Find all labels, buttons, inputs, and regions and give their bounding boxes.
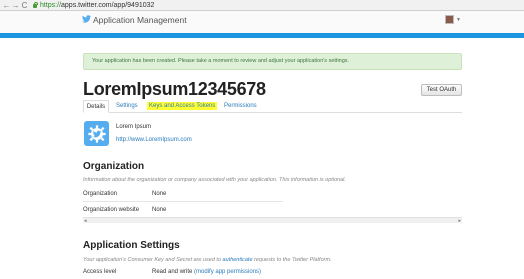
app-management-title[interactable]: Application Management — [93, 15, 187, 25]
authenticate-link[interactable]: authenticate — [223, 257, 253, 263]
tab-details[interactable]: Details — [83, 100, 109, 113]
header-accent-strip — [0, 33, 524, 38]
access-level-label: Access level — [83, 269, 117, 275]
scroll-right-arrow-icon[interactable]: ▸ — [458, 218, 461, 224]
page-title: LoremIpsum12345678 — [83, 79, 266, 99]
test-oauth-button[interactable]: Test OAuth — [421, 84, 462, 96]
access-level-value-row: Read and write (modify app permissions) — [152, 269, 261, 275]
chevron-down-icon[interactable]: ▼ — [456, 17, 461, 23]
tab-settings[interactable]: Settings — [116, 100, 138, 113]
reload-icon[interactable]: C — [20, 1, 29, 10]
info-text-before: Your application's Consumer Key and Secr… — [83, 257, 223, 263]
organization-heading: Organization — [83, 161, 145, 172]
modify-permissions-link[interactable]: (modify app permissions) — [194, 269, 261, 275]
scroll-left-arrow-icon[interactable]: ◂ — [84, 218, 87, 224]
organization-info: Information about the organization or co… — [83, 177, 346, 183]
access-level-value: Read and write — [152, 269, 193, 275]
horizontal-scrollbar[interactable]: ◂ ▸ — [83, 217, 462, 224]
app-website-link[interactable]: http://www.LoremIpsum.com — [116, 137, 192, 143]
app-description: Lorem Ipsum — [116, 124, 152, 130]
twitter-bird-icon[interactable] — [82, 15, 91, 23]
address-bar[interactable]: https:// apps.twitter.com/app/9491032 — [32, 1, 154, 10]
browser-toolbar: ← → C https:// apps.twitter.com/app/9491… — [0, 0, 524, 11]
app-icon — [84, 121, 109, 146]
organization-website-label: Organization website — [83, 207, 140, 213]
application-settings-info: Your application's Consumer Key and Secr… — [83, 257, 332, 263]
row-divider — [83, 201, 283, 202]
avatar[interactable] — [445, 15, 454, 24]
application-settings-heading: Application Settings — [83, 240, 180, 251]
gear-bird-icon — [87, 124, 106, 143]
success-alert: Your application has been created. Pleas… — [83, 53, 462, 70]
back-arrow-icon[interactable]: ← — [2, 1, 11, 10]
info-text-after: requests to the Twitter Platform. — [252, 257, 332, 263]
lock-icon — [32, 2, 38, 8]
url-scheme: https:// — [40, 1, 62, 9]
organization-label: Organization — [83, 191, 118, 197]
forward-arrow-icon[interactable]: → — [11, 1, 20, 10]
tab-permissions[interactable]: Permissions — [224, 100, 257, 113]
tab-keys-and-access-tokens[interactable]: Keys and Access Tokens — [147, 102, 218, 110]
organization-value: None — [152, 191, 167, 197]
organization-website-value: None — [152, 207, 167, 213]
url-text: apps.twitter.com/app/9491032 — [61, 1, 155, 9]
tab-bar: Details Settings Keys and Access Tokens … — [83, 100, 462, 113]
